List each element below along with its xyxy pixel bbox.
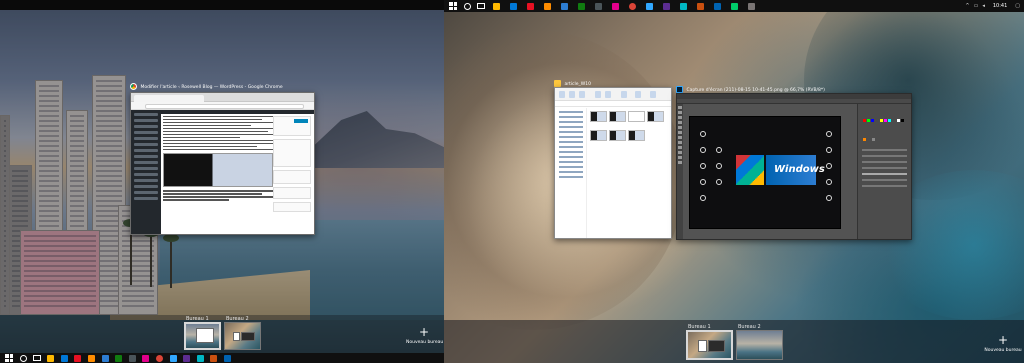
wp-post-image — [163, 153, 273, 188]
desktop-1-thumbnail-right[interactable] — [686, 330, 733, 360]
search-icon[interactable] — [20, 354, 27, 362]
tray-chevron-icon[interactable]: ^ — [965, 3, 969, 9]
app-icon[interactable] — [224, 354, 232, 362]
canvas-icon-circle — [700, 147, 706, 153]
photoshop-window-thumbnail[interactable]: Windows — [676, 93, 912, 240]
desktop-2-thumbnail-right[interactable] — [736, 330, 783, 360]
left-monitor: Modifier l'article ‹ Rosewell Blog — Wor… — [0, 0, 444, 363]
canvas-icon-circle — [826, 147, 832, 153]
clock[interactable]: 10:41 — [993, 3, 1007, 9]
app-icon[interactable] — [714, 2, 721, 10]
explorer-window-caption[interactable]: article_W10 — [554, 80, 591, 87]
canvas-icon-circle — [826, 179, 832, 185]
left-taskbar — [0, 353, 444, 363]
app-icon[interactable] — [595, 2, 602, 10]
app-icon[interactable] — [663, 2, 670, 10]
canvas-icon-circle — [700, 131, 706, 137]
right-monitor: ^ ▭ ◂ 10:41 ▢ article_W10 Capture d'écra… — [444, 0, 1024, 363]
new-desktop-label: Nouveau bureau — [406, 340, 444, 345]
chrome-icon — [130, 83, 137, 90]
plus-icon: + — [418, 325, 430, 339]
explorer-nav-pane — [555, 108, 587, 238]
start-button-left[interactable] — [5, 354, 13, 362]
wp-publish-sidebar — [273, 116, 311, 230]
new-desktop-label-right: Nouveau bureau — [984, 348, 1022, 353]
chrome-window-title: Modifier l'article ‹ Rosewell Blog — Wor… — [140, 85, 283, 90]
canvas-icon-circle — [700, 179, 706, 185]
task-view-icon[interactable] — [33, 355, 41, 361]
canvas-icon-circle — [700, 195, 706, 201]
chrome-address-bar — [131, 102, 314, 110]
ps-toolbar — [677, 104, 683, 239]
opera-icon[interactable] — [74, 354, 82, 362]
canvas-icon-circle — [716, 147, 722, 153]
start-button-right[interactable] — [449, 2, 457, 10]
canvas-icon-circle — [716, 163, 722, 169]
edge-icon[interactable] — [60, 354, 68, 362]
explorer-ribbon — [555, 88, 671, 101]
chrome-taskbar-icon[interactable] — [156, 354, 164, 362]
canvas-icon-circle — [700, 163, 706, 169]
photoshop-icon — [676, 86, 683, 93]
app-icon[interactable] — [697, 2, 704, 10]
app-icon[interactable] — [680, 2, 687, 10]
canvas-icon-circle — [826, 195, 832, 201]
chrome-tab-bar — [131, 93, 314, 102]
right-desktop-strip — [444, 320, 1024, 363]
edge-icon[interactable] — [510, 2, 517, 10]
file-explorer-icon[interactable] — [493, 2, 500, 10]
plus-icon: + — [997, 333, 1009, 347]
app-icon[interactable] — [128, 354, 136, 362]
canvas-windows-logo-text: Windows — [774, 164, 825, 175]
volume-icon[interactable]: ◂ — [982, 3, 985, 9]
chrome-window-caption[interactable]: Modifier l'article ‹ Rosewell Blog — Wor… — [130, 83, 283, 90]
canvas-icon-circle — [826, 163, 832, 169]
search-icon[interactable] — [464, 2, 471, 10]
canvas-icon-circle — [716, 179, 722, 185]
explorer-file-grid — [590, 111, 668, 149]
app-icon[interactable] — [115, 354, 123, 362]
photoshop-taskbar-icon[interactable] — [169, 354, 177, 362]
app-icon[interactable] — [210, 354, 218, 362]
app-icon[interactable] — [142, 354, 150, 362]
app-icon[interactable] — [196, 354, 204, 362]
opera-icon[interactable] — [527, 2, 534, 10]
desktop-1-thumbnail[interactable] — [184, 322, 221, 350]
right-taskbar: ^ ▭ ◂ 10:41 ▢ — [444, 0, 1024, 12]
ps-panels — [857, 104, 911, 239]
app-icon[interactable] — [578, 2, 585, 10]
photoshop-window-caption[interactable]: Capture d'écran (211)-08-15 10-41-45.png… — [676, 86, 825, 93]
canvas-icon-circle — [826, 131, 832, 137]
wp-admin-menu — [131, 110, 161, 234]
app-icon[interactable] — [748, 2, 755, 10]
task-view-icon[interactable] — [477, 3, 485, 9]
app-icon[interactable] — [101, 354, 109, 362]
vlc-icon[interactable] — [544, 2, 551, 10]
photoshop-taskbar-icon[interactable] — [646, 2, 653, 10]
left-top-strip — [0, 0, 444, 10]
app-icon[interactable] — [183, 354, 191, 362]
app-icon[interactable] — [561, 2, 568, 10]
dual-monitor-desktop: Modifier l'article ‹ Rosewell Blog — Wor… — [0, 0, 1024, 363]
network-icon[interactable]: ▭ — [974, 3, 979, 9]
folder-icon — [554, 80, 561, 87]
new-desktop-button-left[interactable]: + Nouveau bureau — [406, 325, 444, 345]
chrome-window-thumbnail[interactable] — [130, 92, 315, 235]
ps-canvas: Windows — [689, 116, 841, 229]
app-icon[interactable] — [612, 2, 619, 10]
app-icon[interactable] — [731, 2, 738, 10]
explorer-address-bar — [555, 101, 671, 107]
explorer-window-thumbnail[interactable] — [554, 87, 672, 239]
canvas-start-tiles — [736, 155, 764, 185]
file-explorer-icon[interactable] — [47, 354, 55, 362]
new-desktop-button-right[interactable]: + Nouveau bureau — [984, 334, 1022, 353]
left-desktop-strip — [0, 315, 444, 353]
wp-editor-content — [163, 116, 273, 230]
vlc-icon[interactable] — [88, 354, 96, 362]
desktop-2-thumbnail[interactable] — [224, 322, 261, 350]
notifications-icon[interactable]: ▢ — [1015, 3, 1020, 9]
chrome-taskbar-icon[interactable] — [629, 2, 636, 10]
